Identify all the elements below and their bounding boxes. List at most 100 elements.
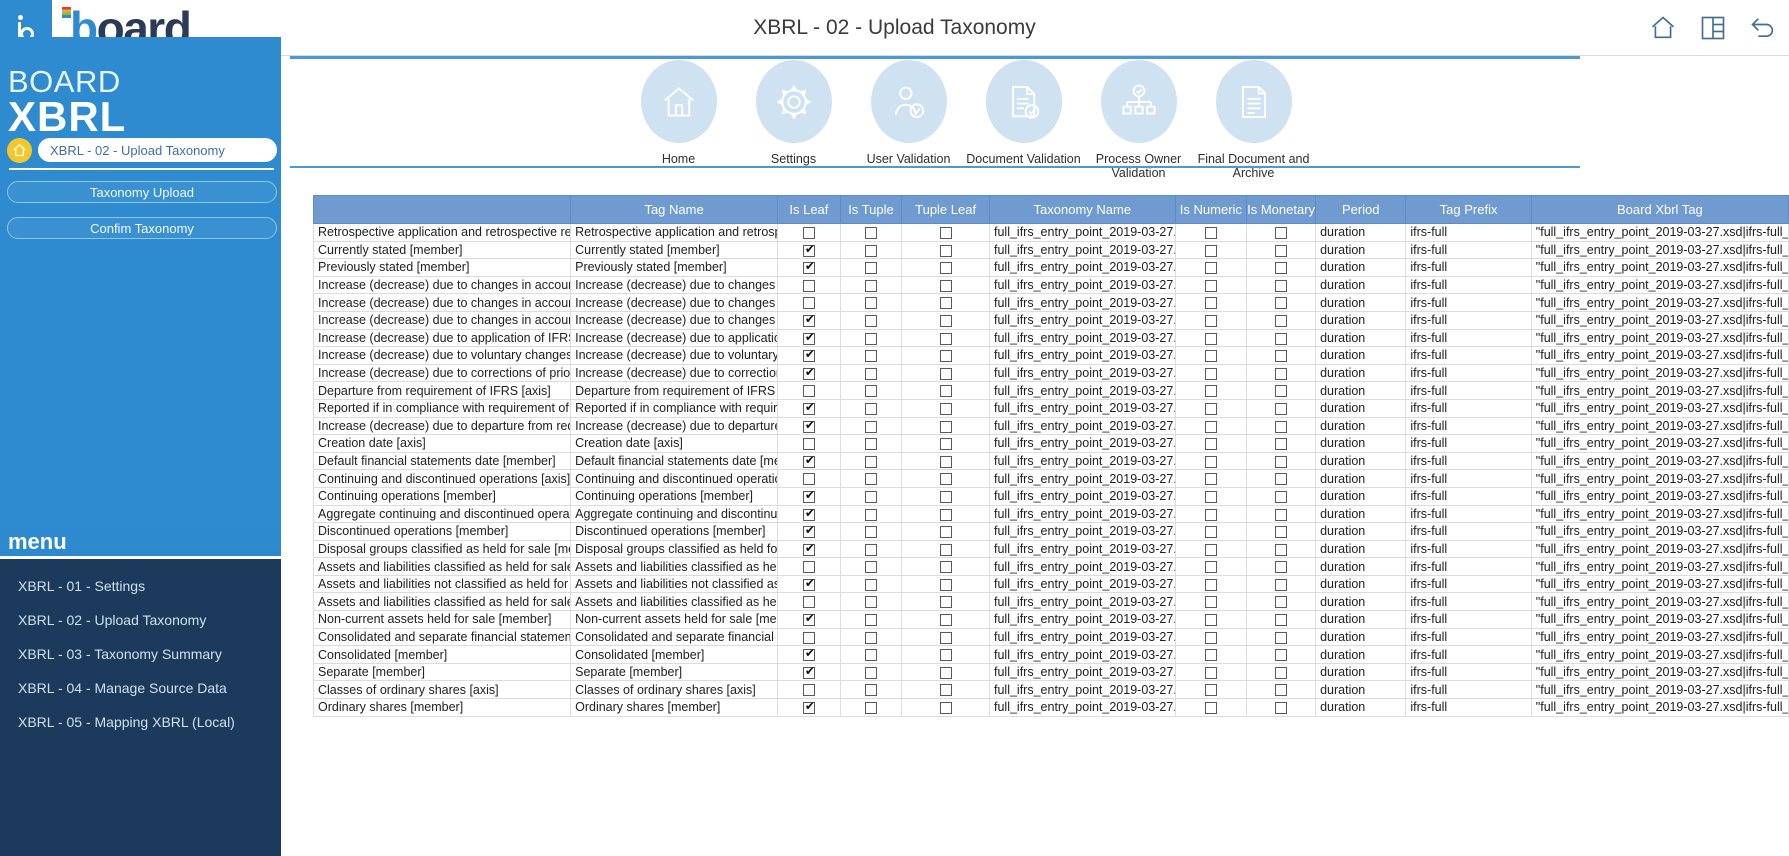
- cell-is-numeric[interactable]: [1174, 504, 1248, 524]
- table-row[interactable]: Continuing and discontinued operations […: [313, 469, 1789, 488]
- cell-is-tuple[interactable]: [839, 522, 903, 541]
- cell-tuple-leaf[interactable]: [901, 346, 990, 365]
- cell-is-tuple[interactable]: [839, 610, 903, 629]
- tuple-leaf-checkbox[interactable]: [939, 490, 952, 503]
- cell-is-tuple[interactable]: [839, 680, 903, 700]
- is-monetary-checkbox[interactable]: [1275, 614, 1288, 627]
- cell-is-leaf[interactable]: [777, 539, 841, 559]
- cell-is-monetary[interactable]: [1246, 627, 1317, 647]
- cell-is-numeric[interactable]: [1174, 381, 1248, 400]
- cell-is-numeric[interactable]: [1174, 240, 1248, 260]
- cell-tuple-leaf[interactable]: [901, 434, 990, 453]
- is-numeric-checkbox[interactable]: [1204, 614, 1217, 627]
- is-monetary-checkbox[interactable]: [1275, 684, 1288, 697]
- is-numeric-checkbox[interactable]: [1204, 578, 1217, 591]
- is-numeric-checkbox[interactable]: [1204, 227, 1217, 239]
- tuple-leaf-checkbox[interactable]: [939, 543, 952, 556]
- cell-is-tuple[interactable]: [839, 574, 903, 594]
- table-row[interactable]: Continuing operations [member] Continuing…: [313, 486, 1789, 506]
- is-monetary-checkbox[interactable]: [1275, 455, 1288, 468]
- cell-tuple-leaf[interactable]: [901, 240, 990, 260]
- cell-is-monetary[interactable]: [1246, 398, 1317, 418]
- is-leaf-checkbox[interactable]: [802, 506, 816, 521]
- is-monetary-checkbox[interactable]: [1275, 279, 1288, 292]
- is-monetary-checkbox[interactable]: [1275, 297, 1288, 310]
- cell-is-numeric[interactable]: [1174, 469, 1248, 488]
- column-header-board-xbrl-tag[interactable]: Board Xbrl Tag: [1530, 195, 1789, 224]
- cell-is-numeric[interactable]: [1174, 610, 1248, 629]
- nav-item-process-owner-validation[interactable]: Process Owner Validation: [1081, 60, 1196, 180]
- is-leaf-checkbox[interactable]: [802, 684, 815, 697]
- cell-is-numeric[interactable]: [1174, 275, 1248, 295]
- cell-is-leaf[interactable]: [777, 522, 841, 541]
- is-tuple-checkbox[interactable]: [864, 508, 877, 521]
- column-header-is-tuple[interactable]: Is Tuple: [839, 195, 903, 224]
- cell-is-monetary[interactable]: [1246, 522, 1317, 541]
- is-monetary-checkbox[interactable]: [1275, 578, 1288, 591]
- is-numeric-checkbox[interactable]: [1204, 702, 1217, 715]
- table-row[interactable]: Currently stated [member] Currently state…: [313, 240, 1789, 260]
- table-row[interactable]: Previously stated [member] Previously sta…: [313, 258, 1789, 277]
- is-leaf-checkbox[interactable]: [802, 400, 816, 415]
- cell-tuple-leaf[interactable]: [901, 627, 990, 647]
- table-row[interactable]: Increase (decrease) due to corrections o…: [313, 363, 1789, 383]
- is-leaf-checkbox[interactable]: [802, 260, 816, 275]
- tuple-leaf-checkbox[interactable]: [939, 244, 952, 257]
- table-row[interactable]: Assets and liabilities classified as hel…: [313, 557, 1789, 576]
- cell-is-tuple[interactable]: [839, 592, 903, 612]
- cell-is-leaf[interactable]: [777, 310, 841, 330]
- is-leaf-checkbox[interactable]: [802, 647, 816, 662]
- is-numeric-checkbox[interactable]: [1204, 490, 1217, 503]
- cell-is-tuple[interactable]: [839, 645, 903, 664]
- cell-is-leaf[interactable]: [777, 504, 841, 524]
- tuple-leaf-checkbox[interactable]: [939, 526, 952, 539]
- tuple-leaf-checkbox[interactable]: [939, 420, 952, 433]
- tuple-leaf-checkbox[interactable]: [939, 438, 952, 451]
- cell-is-numeric[interactable]: [1174, 328, 1248, 348]
- table-row[interactable]: Separate [member]Separate [member] full_i…: [313, 662, 1789, 682]
- cell-is-leaf[interactable]: [777, 258, 841, 277]
- cell-tuple-leaf[interactable]: [901, 486, 990, 506]
- is-tuple-checkbox[interactable]: [864, 385, 877, 398]
- is-tuple-checkbox[interactable]: [864, 367, 877, 380]
- cell-tuple-leaf[interactable]: [901, 539, 990, 559]
- cell-tuple-leaf[interactable]: [901, 293, 990, 312]
- cell-is-numeric[interactable]: [1174, 310, 1248, 330]
- cell-tuple-leaf[interactable]: [901, 522, 990, 541]
- is-leaf-checkbox[interactable]: [802, 242, 816, 257]
- cell-is-numeric[interactable]: [1174, 627, 1248, 647]
- is-tuple-checkbox[interactable]: [864, 279, 877, 292]
- is-leaf-checkbox[interactable]: [802, 438, 815, 451]
- cell-tuple-leaf[interactable]: [901, 381, 990, 400]
- sidebar-item-mapping-xbrl[interactable]: XBRL - 05 - Mapping XBRL (Local): [18, 711, 276, 733]
- column-header-period[interactable]: Period: [1315, 195, 1407, 224]
- is-tuple-checkbox[interactable]: [864, 332, 877, 345]
- cell-is-monetary[interactable]: [1246, 434, 1317, 453]
- is-tuple-checkbox[interactable]: [864, 297, 877, 310]
- tuple-leaf-checkbox[interactable]: [939, 262, 952, 275]
- is-monetary-checkbox[interactable]: [1275, 367, 1288, 380]
- cell-tuple-leaf[interactable]: [901, 416, 990, 436]
- is-tuple-checkbox[interactable]: [864, 455, 877, 468]
- is-leaf-checkbox[interactable]: [802, 330, 816, 345]
- cell-is-leaf[interactable]: [777, 328, 841, 348]
- is-monetary-checkbox[interactable]: [1275, 332, 1288, 345]
- is-numeric-checkbox[interactable]: [1204, 596, 1217, 609]
- is-leaf-checkbox[interactable]: [802, 312, 816, 327]
- cell-tuple-leaf[interactable]: [901, 363, 990, 383]
- is-monetary-checkbox[interactable]: [1275, 561, 1288, 574]
- cell-is-numeric[interactable]: [1174, 258, 1248, 277]
- is-tuple-checkbox[interactable]: [864, 684, 877, 697]
- is-numeric-checkbox[interactable]: [1204, 561, 1217, 574]
- cell-is-numeric[interactable]: [1174, 223, 1248, 242]
- table-row[interactable]: Assets and liabilities not classified as…: [313, 574, 1789, 594]
- cell-is-tuple[interactable]: [839, 346, 903, 365]
- is-numeric-checkbox[interactable]: [1204, 420, 1217, 433]
- table-row[interactable]: Increase (decrease) due to changes in ac…: [313, 275, 1789, 295]
- is-monetary-checkbox[interactable]: [1275, 385, 1288, 398]
- is-monetary-checkbox[interactable]: [1275, 508, 1288, 521]
- cell-is-monetary[interactable]: [1246, 680, 1317, 700]
- table-row[interactable]: Default financial statements date [membe…: [313, 451, 1789, 471]
- cell-tuple-leaf[interactable]: [901, 680, 990, 700]
- is-monetary-checkbox[interactable]: [1275, 473, 1288, 486]
